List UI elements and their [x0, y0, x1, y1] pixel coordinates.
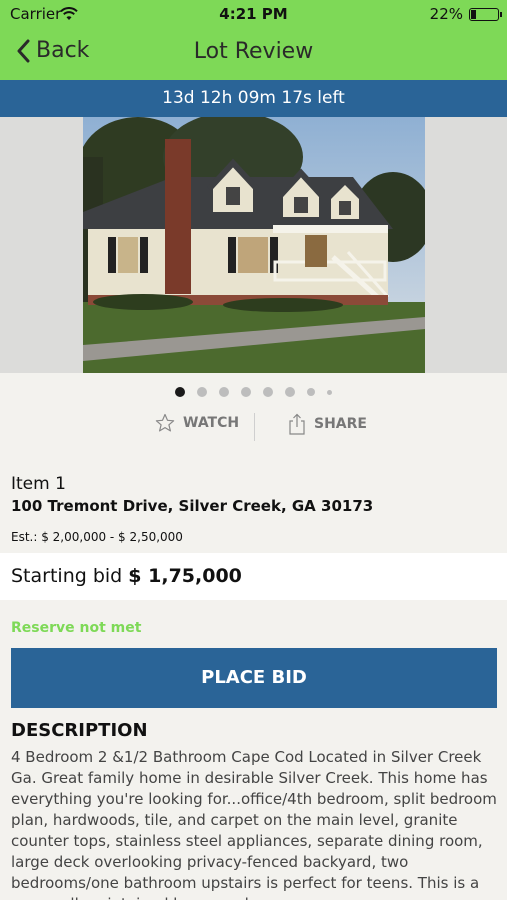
photo-gallery[interactable] [0, 117, 507, 373]
starting-bid-box: Starting bid $ 1,75,000 [0, 553, 507, 600]
house-photo[interactable] [83, 117, 425, 373]
starting-bid-value: $ 1,75,000 [128, 565, 242, 587]
page-dot[interactable] [197, 387, 207, 397]
battery-percent: 22% [429, 5, 463, 23]
watch-label: WATCH [183, 415, 240, 431]
share-button[interactable]: SHARE [288, 413, 367, 435]
share-label: SHARE [314, 416, 367, 432]
status-bar: Carrier 4:21 PM 22% [0, 0, 507, 30]
lot-actions: WATCH SHARE [0, 413, 507, 443]
star-icon [155, 413, 175, 432]
page-dot[interactable] [263, 387, 273, 397]
price-estimate: Est.: $ 2,00,000 - $ 2,50,000 [11, 530, 183, 544]
page-title: Lot Review [193, 39, 314, 64]
item-number: Item 1 [11, 474, 66, 494]
description-heading: DESCRIPTION [11, 720, 148, 741]
page-dot[interactable] [327, 389, 332, 395]
page-dot[interactable] [285, 387, 295, 397]
watch-button[interactable]: WATCH [155, 413, 239, 433]
battery-icon [469, 8, 502, 21]
lot-address: 100 Tremont Drive, Silver Creek, GA 3017… [11, 497, 374, 515]
reserve-status: Reserve not met [11, 620, 142, 636]
page-indicator[interactable] [0, 385, 507, 399]
share-icon [289, 413, 305, 435]
page-dot[interactable] [241, 387, 251, 397]
starting-bid: Starting bid $ 1,75,000 [11, 565, 242, 587]
page-dot[interactable] [219, 387, 229, 397]
page-dot[interactable] [175, 387, 185, 397]
page-dot[interactable] [307, 388, 315, 396]
place-bid-button[interactable]: PLACE BID [11, 648, 497, 708]
countdown-banner: 13d 12h 09m 17s left [0, 80, 507, 117]
starting-bid-label: Starting bid [11, 565, 123, 587]
divider [254, 413, 255, 441]
description-text: 4 Bedroom 2 &1/2 Bathroom Cape Cod Locat… [11, 748, 497, 900]
nav-bar: Back Lot Review [0, 30, 507, 80]
